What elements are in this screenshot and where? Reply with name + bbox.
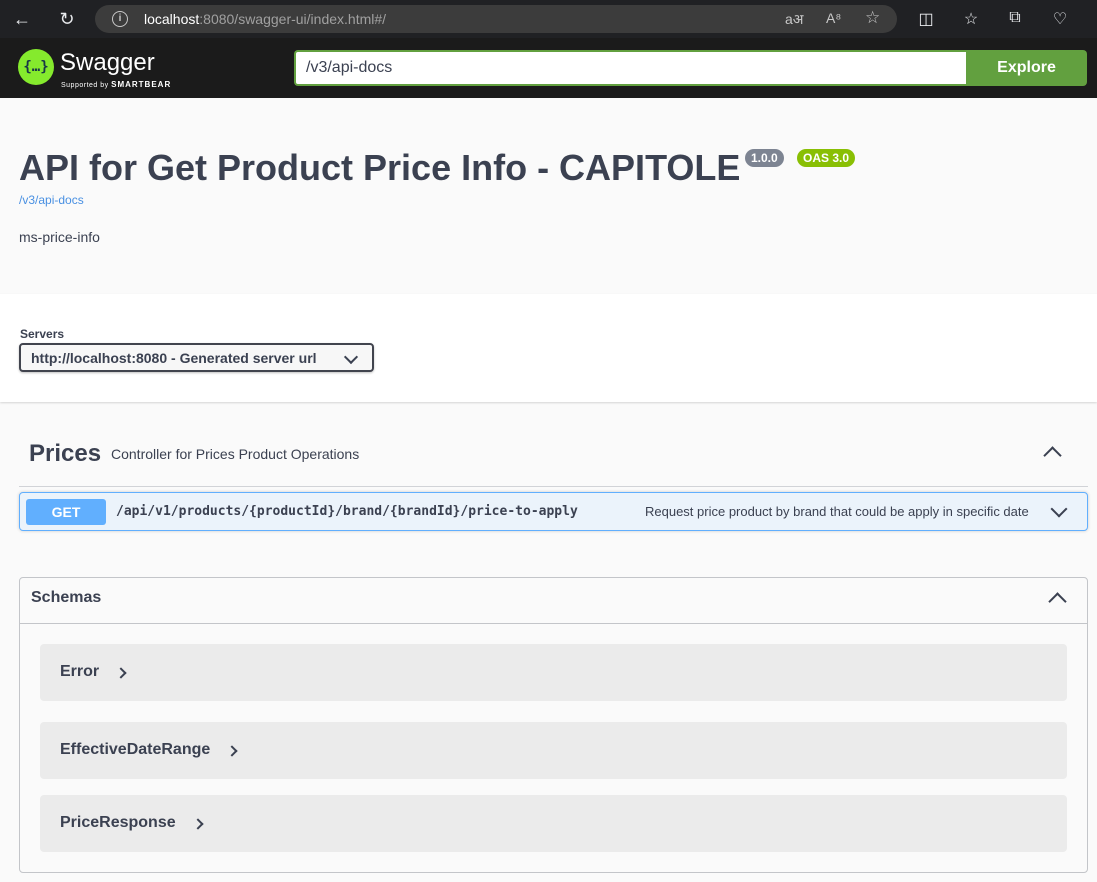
- back-arrow-icon[interactable]: ←: [10, 8, 34, 30]
- schema-name: EffectiveDateRange: [60, 741, 211, 758]
- schema-name: Error: [60, 663, 100, 680]
- oas-badge: OAS 3.0: [797, 149, 856, 167]
- swagger-logo-icon[interactable]: {…}: [18, 49, 54, 85]
- servers-label: Servers: [20, 327, 65, 341]
- chevron-right-icon: [115, 667, 127, 679]
- collections-icon[interactable]: ⧉: [1005, 9, 1025, 27]
- schemas-divider: [20, 623, 1087, 624]
- split-screen-icon[interactable]: ◫: [916, 9, 936, 29]
- collapse-schemas-icon[interactable]: [1048, 592, 1067, 611]
- browser-toolbar: ← ↻ i localhost:8080/swagger-ui/index.ht…: [0, 0, 1097, 38]
- operation-path: /api/v1/products/{productId}/brand/{bran…: [116, 504, 578, 519]
- chevron-down-icon[interactable]: [1050, 500, 1068, 518]
- spec-link[interactable]: /v3/api-docs: [19, 193, 84, 207]
- schemas-section: Schemas Error EffectiveDateRange PriceRe…: [19, 577, 1088, 873]
- api-description: ms-price-info: [19, 229, 100, 245]
- schemas-title[interactable]: Schemas: [31, 589, 101, 607]
- servers-select[interactable]: http://localhost:8080 - Generated server…: [19, 343, 374, 372]
- servers-selected-value: http://localhost:8080 - Generated server…: [31, 350, 317, 366]
- tag-divider: [19, 486, 1088, 487]
- explore-button[interactable]: Explore: [966, 50, 1087, 86]
- browser-essentials-icon[interactable]: ♡: [1050, 9, 1070, 29]
- chevron-right-icon: [192, 818, 204, 830]
- smartbear-tagline: Supported by SMARTBEAR: [61, 80, 171, 89]
- read-aloud-icon[interactable]: A⁸: [826, 10, 841, 26]
- method-badge: GET: [26, 499, 106, 525]
- address-url[interactable]: localhost:8080/swagger-ui/index.html#/: [144, 11, 386, 27]
- chevron-right-icon: [226, 745, 238, 757]
- swagger-logo-text[interactable]: Swagger: [60, 49, 155, 77]
- favorites-icon[interactable]: ☆: [961, 9, 981, 29]
- tag-name[interactable]: Prices: [29, 440, 101, 468]
- schema-name: PriceResponse: [60, 814, 176, 831]
- tagline-brand: SMARTBEAR: [111, 80, 172, 89]
- spec-url-input[interactable]: [294, 50, 966, 86]
- schema-item-effectivedaterange[interactable]: EffectiveDateRange: [40, 722, 1067, 779]
- api-title: API for Get Product Price Info - CAPITOL…: [19, 147, 741, 188]
- operation-get-price-to-apply[interactable]: GET /api/v1/products/{productId}/brand/{…: [19, 492, 1088, 531]
- collapse-tag-icon[interactable]: [1043, 446, 1062, 465]
- tagline-prefix: Supported by: [61, 82, 109, 89]
- operation-summary: Request price product by brand that coul…: [645, 504, 1029, 519]
- translate-icon[interactable]: aअ: [785, 10, 803, 29]
- chevron-down-icon: [343, 349, 359, 365]
- tag-description: Controller for Prices Product Operations: [111, 446, 360, 462]
- favorite-star-icon[interactable]: ☆: [865, 8, 880, 28]
- reload-icon[interactable]: ↻: [55, 8, 79, 30]
- address-bar[interactable]: i localhost:8080/swagger-ui/index.html#/…: [95, 5, 897, 33]
- site-info-icon[interactable]: i: [112, 11, 128, 27]
- schema-item-error[interactable]: Error: [40, 644, 1067, 701]
- url-path: :8080/swagger-ui/index.html#/: [199, 11, 387, 27]
- schema-item-priceresponse[interactable]: PriceResponse: [40, 795, 1067, 852]
- version-badge: 1.0.0: [745, 149, 784, 167]
- url-host: localhost: [144, 11, 200, 27]
